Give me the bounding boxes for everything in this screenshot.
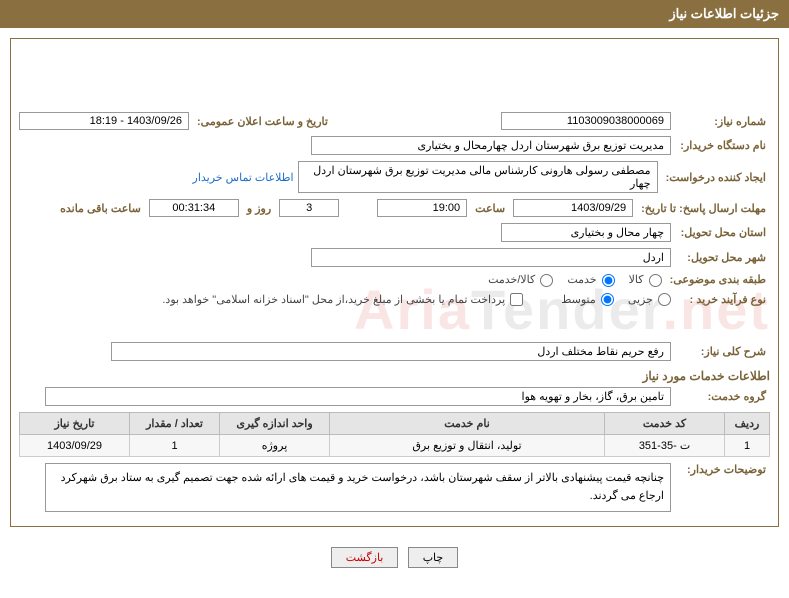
buyer-notes-label: توضیحات خریدار: <box>675 463 770 476</box>
deadline-time: 19:00 <box>377 199 467 217</box>
province-label: استان محل تحویل: <box>675 226 770 239</box>
print-button[interactable]: چاپ <box>408 547 459 568</box>
page-title: جزئیات اطلاعات نیاز <box>669 6 779 21</box>
need-no-label: شماره نیاز: <box>675 115 770 128</box>
category-radio-service[interactable] <box>602 274 615 287</box>
group-value: تامین برق، گاز، بخار و تهویه هوا <box>45 387 671 406</box>
process-radio-medium[interactable] <box>601 293 614 306</box>
buyer-org-label: نام دستگاه خریدار: <box>675 139 770 152</box>
deadline-days-label: روز و <box>243 202 275 215</box>
services-table: ردیف کد خدمت نام خدمت واحد اندازه گیری ت… <box>19 412 770 457</box>
announce-value: 1403/09/26 - 18:19 <box>19 112 189 130</box>
category-label: طبقه بندی موضوعی: <box>666 273 770 286</box>
category-opt-goods[interactable]: کالا <box>629 273 662 287</box>
th-name: نام خدمت <box>330 413 605 435</box>
svc-section-title: اطلاعات خدمات مورد نیاز <box>19 369 770 383</box>
group-label: گروه خدمت: <box>675 390 770 403</box>
cell-date: 1403/09/29 <box>20 435 130 457</box>
need-no-value: 1103009038000069 <box>501 112 671 130</box>
city-value: اردل <box>311 248 671 267</box>
cell-row: 1 <box>725 435 770 457</box>
process-label: نوع فرآیند خرید : <box>675 293 770 306</box>
th-date: تاریخ نیاز <box>20 413 130 435</box>
category-opt-service[interactable]: خدمت <box>567 273 614 287</box>
requester-value: مصطفی رسولی هارونی کارشناس مالی مدیریت ت… <box>298 161 658 193</box>
deadline-label: مهلت ارسال پاسخ: تا تاریخ: <box>637 202 770 215</box>
deadline-date: 1403/09/29 <box>513 199 633 217</box>
province-value: چهار محال و بختیاری <box>501 223 671 242</box>
treasury-check[interactable] <box>510 293 523 306</box>
process-radio-minor[interactable] <box>658 293 671 306</box>
footer: چاپ بازگشت <box>0 537 789 598</box>
category-radio-goods[interactable] <box>649 274 662 287</box>
th-qty: تعداد / مقدار <box>130 413 220 435</box>
table-row: 1 ت -35-351 تولید، انتقال و توزیع برق پر… <box>20 435 770 457</box>
page-header: جزئیات اطلاعات نیاز <box>0 0 789 28</box>
category-radio-mixed[interactable] <box>540 274 553 287</box>
cell-unit: پروژه <box>220 435 330 457</box>
th-code: کد خدمت <box>605 413 725 435</box>
requester-label: ایجاد کننده درخواست: <box>662 171 770 184</box>
th-unit: واحد اندازه گیری <box>220 413 330 435</box>
details-panel: AriaTender.net شماره نیاز: 1103009038000… <box>10 38 779 527</box>
cell-code: ت -35-351 <box>605 435 725 457</box>
table-header-row: ردیف کد خدمت نام خدمت واحد اندازه گیری ت… <box>20 413 770 435</box>
process-opt-medium[interactable]: متوسط <box>561 293 614 307</box>
back-button[interactable]: بازگشت <box>331 547 399 568</box>
process-opt-minor[interactable]: جزیی <box>628 293 671 307</box>
cell-qty: 1 <box>130 435 220 457</box>
deadline-remaining: 00:31:34 <box>149 199 239 217</box>
deadline-time-label: ساعت <box>471 202 509 215</box>
need-desc-label: شرح کلی نیاز: <box>675 345 770 358</box>
deadline-days: 3 <box>279 199 339 217</box>
th-row: ردیف <box>725 413 770 435</box>
buyer-org-value: مدیریت توزیع برق شهرستان اردل چهارمحال و… <box>311 136 671 155</box>
city-label: شهر محل تحویل: <box>675 251 770 264</box>
deadline-remaining-label: ساعت باقی مانده <box>56 202 145 215</box>
announce-label: تاریخ و ساعت اعلان عمومی: <box>193 115 332 128</box>
cell-name: تولید، انتقال و توزیع برق <box>330 435 605 457</box>
category-opt-mixed[interactable]: کالا/خدمت <box>488 273 553 287</box>
buyer-contact-link[interactable]: اطلاعات تماس خریدار <box>193 171 294 184</box>
need-desc-value: رفع حریم نقاط مختلف اردل <box>111 342 671 361</box>
buyer-notes-value: چنانچه قیمت پیشنهادی بالاتر از سقف شهرست… <box>45 463 671 512</box>
treasury-check-label[interactable]: پرداخت تمام یا بخشی از مبلغ خرید،از محل … <box>162 293 523 307</box>
